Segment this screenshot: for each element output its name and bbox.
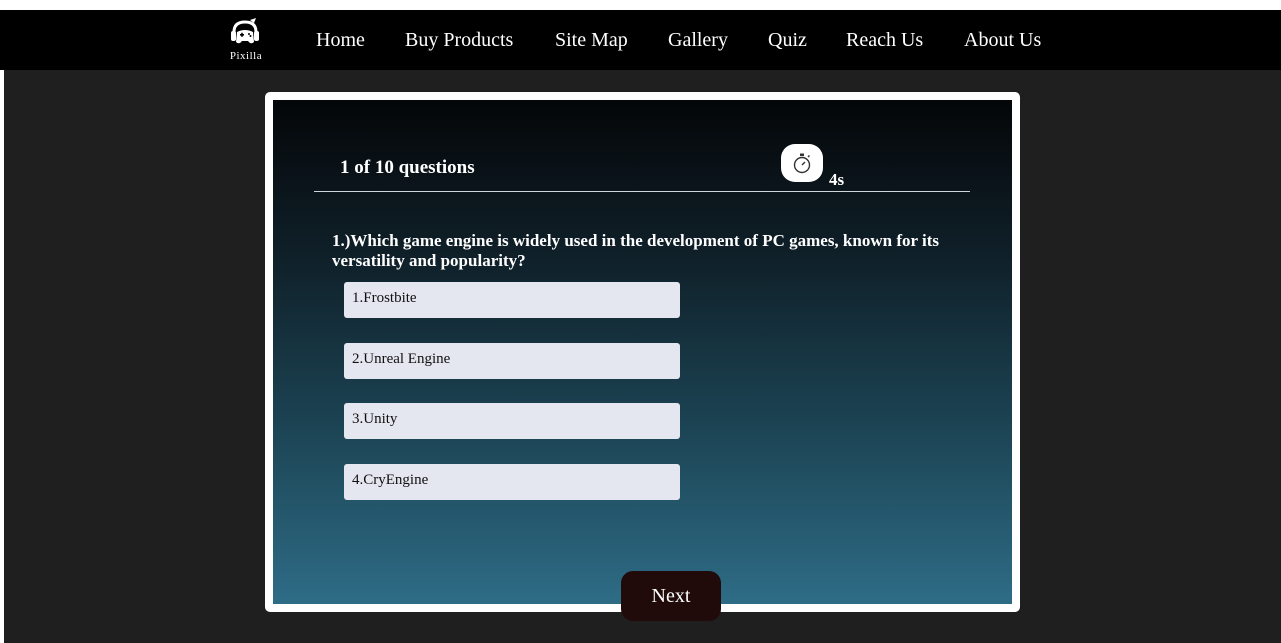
nav-reach-us[interactable]: Reach Us: [846, 29, 923, 52]
nav-home[interactable]: Home: [316, 29, 365, 52]
option-2[interactable]: 2.Unreal Engine: [344, 343, 680, 379]
option-label: 1.Frostbite: [352, 290, 417, 306]
nav-buy-products[interactable]: Buy Products: [405, 29, 513, 52]
top-strip: [0, 0, 1281, 10]
stopwatch-icon: [793, 153, 811, 174]
option-3[interactable]: 3.Unity: [344, 403, 680, 439]
nav-about-us[interactable]: About Us: [964, 29, 1041, 52]
nav-site-map[interactable]: Site Map: [555, 29, 628, 52]
nav-gallery[interactable]: Gallery: [668, 29, 728, 52]
question-counter: 1 of 10 questions: [340, 157, 475, 178]
option-label: 3.Unity: [352, 411, 398, 427]
timer-badge: [781, 144, 823, 182]
option-label: 2.Unreal Engine: [352, 351, 451, 367]
nav-quiz[interactable]: Quiz: [768, 29, 807, 52]
question-text: 1.)Which game engine is widely used in t…: [332, 231, 939, 270]
option-label: 4.CryEngine: [352, 472, 429, 488]
navbar: Pixilla Home Buy Products Site Map Galle…: [0, 10, 1281, 70]
timer-text: 4s: [829, 170, 845, 189]
quiz-panel: 1 of 10 questions 4s 1.)Which game engin…: [273, 100, 1012, 604]
gamepad-headphones-icon: [231, 18, 259, 44]
header-divider: [314, 191, 970, 192]
quiz-card: 1 of 10 questions 4s 1.)Which game engin…: [265, 92, 1020, 612]
pixilla-logo[interactable]: Pixilla: [228, 18, 262, 64]
next-button[interactable]: Next: [621, 571, 721, 621]
left-edge-bar: [0, 70, 4, 643]
option-4[interactable]: 4.CryEngine: [344, 464, 680, 500]
option-1[interactable]: 1.Frostbite: [344, 282, 680, 318]
logo-text: Pixilla: [229, 50, 263, 62]
